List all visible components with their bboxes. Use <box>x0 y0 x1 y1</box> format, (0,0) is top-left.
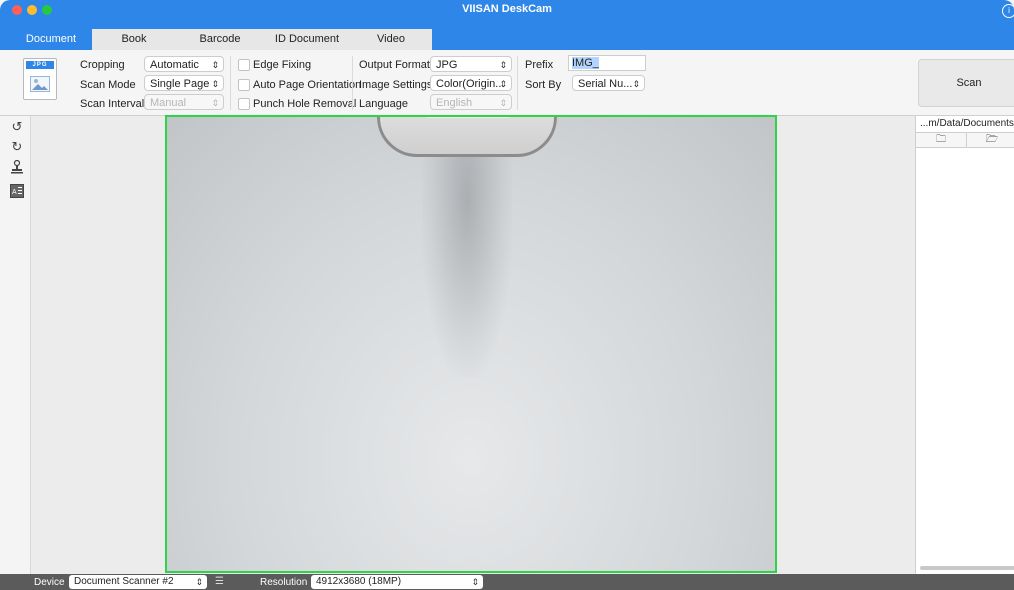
language-label: Language <box>359 98 408 110</box>
folder-open-icon[interactable]: 🗁 <box>966 133 1014 147</box>
sort-by-label: Sort By <box>525 79 562 91</box>
device-select[interactable]: Document Scanner #2 ⇕ <box>69 575 207 589</box>
camera-preview[interactable] <box>165 115 777 573</box>
prefix-label: Prefix <box>525 59 554 71</box>
auto-page-orientation-label: Auto Page Orientation <box>253 79 362 91</box>
chevron-updown-icon: ⇕ <box>211 98 219 108</box>
window-title: VIISAN DeskCam <box>462 3 552 15</box>
edge-fixing-checkbox[interactable] <box>238 59 250 71</box>
chevron-updown-icon: ⇕ <box>471 577 479 587</box>
scan-mode-select[interactable]: Single Page ⇕ <box>144 75 224 91</box>
prefix-input[interactable]: IMG_ <box>568 55 646 71</box>
resolution-label: Resolution <box>260 577 308 588</box>
chevron-updown-icon: ⇕ <box>632 79 640 89</box>
resolution-select[interactable]: 4912x3680 (18MP) ⇕ <box>311 575 483 589</box>
image-icon <box>30 76 50 92</box>
tab-id-document[interactable]: ID Document <box>264 29 350 50</box>
status-bar: Device Document Scanner #2 ⇕ ☰ Resolution… <box>0 574 1014 590</box>
settings-ribbon: JPG Cropping Automatic ⇕ Scan Mode Single… <box>0 50 1014 116</box>
ocr-icon[interactable]: A <box>10 184 24 198</box>
chevron-updown-icon: ⇕ <box>499 60 507 70</box>
scan-button[interactable]: Scan <box>918 59 1014 107</box>
sort-by-select[interactable]: Serial Nu... ⇕ <box>572 75 645 91</box>
chevron-updown-icon: ⇕ <box>211 79 219 89</box>
output-format-select[interactable]: JPG ⇕ <box>430 56 512 72</box>
punch-hole-removal-checkbox[interactable] <box>238 98 250 110</box>
chevron-updown-icon: ⇕ <box>499 79 507 89</box>
tab-bar: Document Book Barcode ID Document Video <box>0 20 1014 50</box>
image-settings-label: Image Settings <box>359 79 433 91</box>
device-label: Device <box>34 577 65 588</box>
save-path-label: ...m/Data/Documents <box>920 118 1014 129</box>
cropping-select[interactable]: Automatic ⇕ <box>144 56 224 72</box>
left-toolbar: ↺ ↻ A <box>0 116 31 574</box>
rotate-ccw-icon[interactable]: ↺ <box>10 120 24 134</box>
output-format-label: Output Format <box>359 59 430 71</box>
chevron-updown-icon: ⇕ <box>499 98 507 108</box>
stamp-icon[interactable] <box>10 159 24 174</box>
scan-mode-label: Scan Mode <box>80 79 136 91</box>
folder-icon[interactable]: 🗀 <box>916 133 966 147</box>
language-select[interactable]: English ⇕ <box>430 94 512 110</box>
scan-interval-label: Scan Interval <box>80 98 145 110</box>
info-icon[interactable]: i <box>1002 4 1014 18</box>
image-settings-select[interactable]: Color(Origin... ⇕ <box>430 75 512 91</box>
rotate-cw-icon[interactable]: ↻ <box>10 140 24 154</box>
jpg-format-icon[interactable]: JPG <box>23 58 57 100</box>
edge-fixing-label: Edge Fixing <box>253 59 312 71</box>
chevron-updown-icon: ⇕ <box>211 60 219 70</box>
svg-text:A: A <box>12 189 17 196</box>
tab-book[interactable]: Book <box>92 29 176 50</box>
settings-sliders-icon[interactable]: ☰ <box>215 576 224 587</box>
file-list-scrollbar[interactable] <box>920 566 1014 570</box>
punch-hole-removal-label: Punch Hole Removal <box>253 98 357 110</box>
scan-interval-select[interactable]: Manual ⇕ <box>144 94 224 110</box>
tab-video[interactable]: Video <box>350 29 432 50</box>
auto-page-orientation-checkbox[interactable] <box>238 79 250 91</box>
scanner-head <box>377 117 557 157</box>
file-panel: ...m/Data/Documents 🗀 🗁 <box>915 116 1014 574</box>
cropping-label: Cropping <box>80 59 125 71</box>
tab-barcode[interactable]: Barcode <box>176 29 264 50</box>
chevron-updown-icon: ⇕ <box>195 577 203 587</box>
title-bar: VIISAN DeskCam i <box>0 0 1014 20</box>
tab-document[interactable]: Document <box>10 29 92 50</box>
